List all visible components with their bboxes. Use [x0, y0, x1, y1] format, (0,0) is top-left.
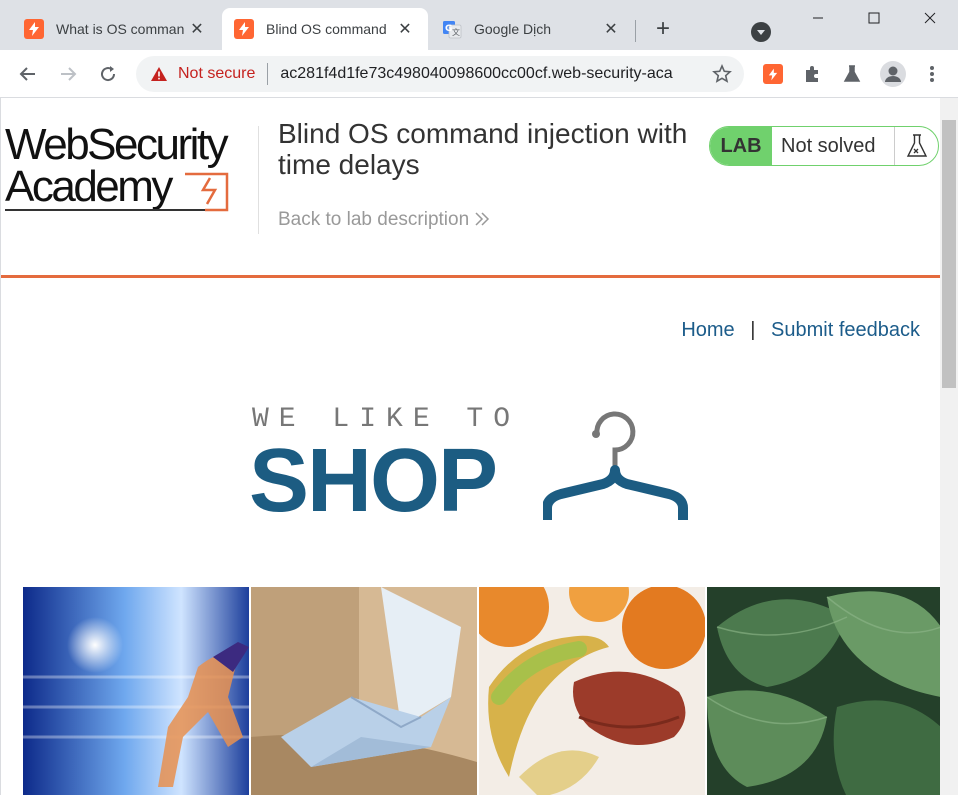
forward-button[interactable] [54, 60, 82, 88]
portswigger-favicon-icon [234, 19, 254, 39]
banner-shop-text: SHOP [249, 431, 498, 531]
we-like-to-shop-banner: WE LIKE TO SHOP [249, 396, 699, 531]
nav-separator: | [750, 319, 756, 341]
close-icon[interactable]: ✕ [188, 19, 206, 39]
tab-what-is-os-command[interactable]: What is OS comman ✕ [0, 8, 220, 50]
product-image[interactable] [251, 587, 477, 795]
portswigger-favicon-icon [24, 19, 44, 39]
lab-title: Blind OS command injection with time del… [278, 118, 688, 180]
tab-title: What is OS comman [56, 21, 185, 37]
logo-line-1: WebSecurity [5, 120, 229, 169]
double-chevron-right-icon [475, 212, 490, 226]
logo-bracket-icon [5, 172, 229, 212]
submit-feedback-link[interactable]: Submit feedback [771, 319, 920, 341]
omnibox-separator [267, 63, 269, 85]
extensions-puzzle-icon[interactable] [800, 62, 824, 86]
product-image[interactable] [707, 587, 940, 795]
clothes-hanger-icon [543, 411, 688, 520]
warning-icon [151, 67, 167, 81]
menu-kebab-icon[interactable] [920, 62, 944, 86]
burp-extension-icon[interactable] [761, 62, 785, 86]
header-divider [258, 126, 259, 234]
tab-blind-os-command[interactable]: Blind OS command ✕ [222, 8, 428, 50]
scrollbar-thumb[interactable] [942, 120, 956, 388]
bookmark-star-icon[interactable] [712, 64, 732, 84]
browser-toolbar: Not secure ac281f4d1fe73c498040098600cc0… [0, 50, 958, 98]
lab-label: LAB [710, 127, 772, 165]
lab-status-text: Not solved [781, 134, 876, 157]
tab-strip: What is OS comman ✕ Blind OS command ✕ G… [0, 0, 958, 50]
reload-button[interactable] [94, 60, 122, 88]
not-secure-label[interactable]: Not secure [178, 65, 255, 83]
new-tab-button[interactable]: + [650, 16, 676, 42]
close-icon[interactable]: ✕ [602, 19, 620, 39]
close-window-button[interactable] [902, 0, 958, 36]
labs-flask-icon[interactable] [840, 62, 864, 86]
top-navigation: Home | Submit feedback [681, 319, 920, 342]
back-button[interactable] [14, 60, 42, 88]
tab-search-icon[interactable] [751, 22, 771, 42]
tab-google-dich[interactable]: G 文 Google Dịch ✕ [428, 8, 634, 50]
minimize-button[interactable] [790, 0, 846, 36]
product-image[interactable] [23, 587, 249, 795]
flask-icon [894, 127, 938, 165]
product-grid [23, 587, 940, 795]
url-text[interactable]: ac281f4d1fe73c498040098600cc00cf.web-sec… [280, 65, 692, 83]
header-rule [1, 275, 940, 278]
svg-text:文: 文 [452, 27, 460, 37]
maximize-button[interactable] [846, 0, 902, 36]
profile-avatar-icon[interactable] [879, 60, 907, 88]
tab-title: Blind OS command [266, 21, 387, 37]
back-link-label: Back to lab description [278, 209, 470, 230]
product-image[interactable] [479, 587, 705, 795]
page-content: WebSecurity Academy Blind OS command inj… [0, 98, 940, 795]
back-to-lab-description-link[interactable]: Back to lab description [278, 209, 490, 231]
address-bar[interactable]: Not secure ac281f4d1fe73c498040098600cc0… [136, 56, 744, 92]
close-icon[interactable]: ✕ [396, 19, 414, 39]
google-translate-favicon-icon: G 文 [442, 19, 462, 39]
lab-status-badge: LAB Not solved [709, 126, 939, 166]
home-link[interactable]: Home [681, 319, 734, 341]
web-security-academy-logo[interactable]: WebSecurity Academy [5, 120, 255, 214]
tab-separator [635, 20, 636, 42]
tab-title: Google Dịch [474, 21, 552, 37]
